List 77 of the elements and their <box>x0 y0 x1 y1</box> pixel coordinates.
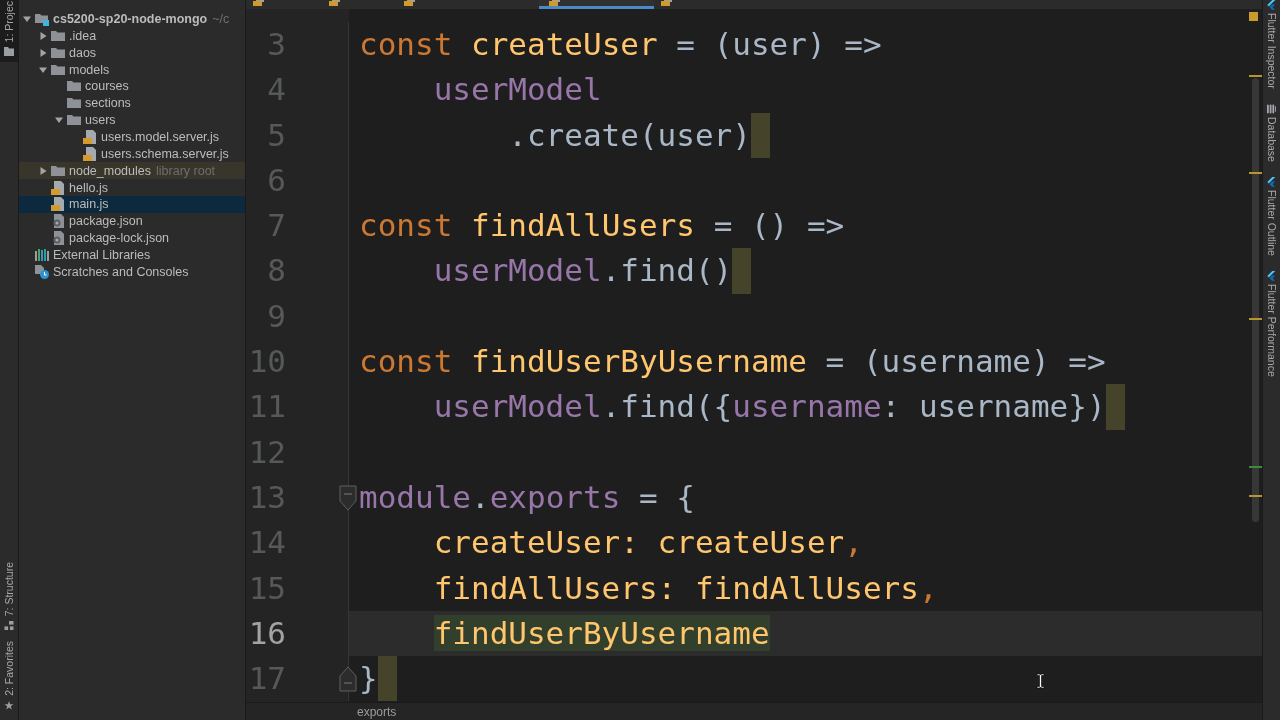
code-line: findAllUsers: findAllUsers, <box>433 568 938 608</box>
project-folder-icon <box>35 11 49 26</box>
tool-window-button[interactable]: Database <box>1263 103 1280 167</box>
js-file-icon <box>83 146 97 161</box>
folder-icon <box>4 47 14 57</box>
caret-down-icon[interactable] <box>39 65 47 74</box>
js-file-icon <box>253 0 265 6</box>
folder-icon <box>67 96 81 111</box>
code-line: userModel <box>433 70 602 110</box>
flutter-icon <box>1267 176 1276 187</box>
code-line: const findUserByUsername = (username) => <box>359 342 1106 382</box>
js-file-icon <box>51 180 65 195</box>
tree-item[interactable]: External Libraries <box>19 246 245 264</box>
flutter-icon <box>1267 270 1276 281</box>
code-line: const findAllUsers = () => <box>359 206 845 246</box>
tree-item[interactable]: users.model.server.js <box>19 128 245 146</box>
tree-item[interactable]: cs5200-sp20-node-mongo ~/c <box>19 10 245 28</box>
library-bars-icon <box>35 247 49 262</box>
js-file-icon <box>404 0 416 6</box>
caret-right-icon[interactable] <box>39 166 47 175</box>
js-file-icon <box>51 197 65 212</box>
tree-item[interactable]: courses <box>19 77 245 95</box>
tree-item[interactable]: main.js <box>19 195 245 213</box>
tree-item[interactable]: models <box>19 61 245 78</box>
tree-item-hint: ~/c <box>212 11 230 26</box>
code-line: createUser: createUser, <box>433 523 863 563</box>
caret-down-icon[interactable] <box>55 116 63 125</box>
tree-item[interactable]: users.schema.server.js <box>19 145 245 163</box>
folder-icon <box>51 163 65 178</box>
tree-item[interactable]: .idea <box>19 27 245 45</box>
breadcrumb-item[interactable]: exports <box>357 704 397 719</box>
code-line: userModel.find() <box>433 251 733 291</box>
fold-marker-icon[interactable] <box>339 665 357 692</box>
folder-icon <box>51 45 65 60</box>
code-line: .create(user) <box>508 115 751 155</box>
json-file-icon <box>51 231 65 246</box>
js-file-icon <box>329 0 341 6</box>
caret-down-icon[interactable] <box>23 14 31 23</box>
scrollbar-thumb[interactable] <box>1252 78 1259 522</box>
caret-right-icon[interactable] <box>39 31 47 40</box>
structure-icon <box>4 621 14 631</box>
line-number: 16 <box>247 613 286 653</box>
tree-item[interactable]: node_modules library root <box>19 162 245 180</box>
editor-tab[interactable] <box>539 0 654 9</box>
js-file-icon <box>661 0 673 6</box>
flutter-icon <box>1267 0 1276 10</box>
folder-icon <box>67 79 81 94</box>
tree-item[interactable]: package-lock.json <box>19 229 245 247</box>
folder-icon <box>67 113 81 128</box>
tree-item[interactable]: package.json <box>19 212 245 230</box>
tool-window-button[interactable]: Flutter Performance <box>1263 270 1280 382</box>
caret-right-icon[interactable] <box>39 48 47 57</box>
star-icon <box>4 701 14 710</box>
js-file-icon <box>549 0 561 6</box>
tree-item[interactable]: Scratches and Consoles <box>19 263 245 281</box>
fold-marker-icon[interactable] <box>339 484 357 511</box>
code-line: } <box>359 659 378 699</box>
tree-item[interactable]: sections <box>19 94 245 112</box>
code-line: module.exports = { <box>359 477 695 517</box>
tree-item[interactable]: hello.js <box>19 179 245 196</box>
tool-window-button[interactable]: 1: Projec <box>0 0 18 63</box>
database-icon <box>1267 103 1276 114</box>
tree-item[interactable]: daos <box>19 44 245 62</box>
tool-window-button[interactable]: 7: Structure <box>0 560 18 637</box>
json-file-icon <box>51 214 65 229</box>
code-line: const createUser = (user) => <box>359 25 882 64</box>
js-file-icon <box>83 129 97 144</box>
folder-icon <box>51 62 65 77</box>
scratch-file-icon <box>35 264 49 279</box>
tool-window-button[interactable]: 2: Favorites <box>0 640 18 716</box>
tree-item[interactable]: users <box>19 111 245 129</box>
code-line: userModel.find({username: username}) <box>433 387 1106 427</box>
tool-window-button[interactable]: Flutter Inspector <box>1263 0 1280 94</box>
tree-item-hint: library root <box>156 163 216 178</box>
tool-window-button[interactable]: Flutter Outline <box>1263 176 1280 261</box>
folder-icon <box>51 28 65 43</box>
text-cursor-icon <box>1036 673 1045 689</box>
